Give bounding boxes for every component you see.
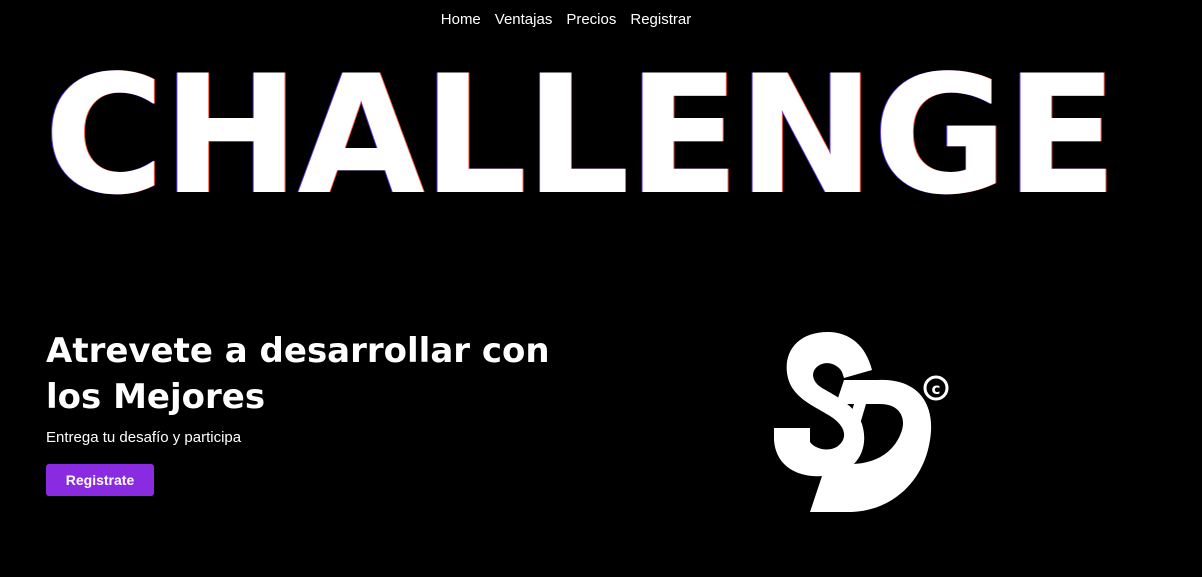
top-nav: Home Ventajas Precios Registrar [0, 10, 1132, 30]
landing-page: Home Ventajas Precios Registrar CHALLENG… [0, 0, 1202, 577]
copyright-symbol: c [932, 380, 941, 398]
nav-link-registrar[interactable]: Registrar [630, 10, 691, 30]
hero-title: CHALLENGE [44, 40, 1117, 231]
hero-headline: Atrevete a desarrollar con los Mejores [46, 331, 550, 417]
nav-link-precios[interactable]: Precios [566, 10, 616, 30]
sd-logo-icon: c [774, 332, 949, 512]
register-button[interactable]: Registrate [46, 464, 154, 496]
hero-subtext: Entrega tu desafío y participa [46, 429, 242, 446]
nav-link-ventajas[interactable]: Ventajas [495, 10, 553, 30]
nav-link-home[interactable]: Home [441, 10, 481, 30]
